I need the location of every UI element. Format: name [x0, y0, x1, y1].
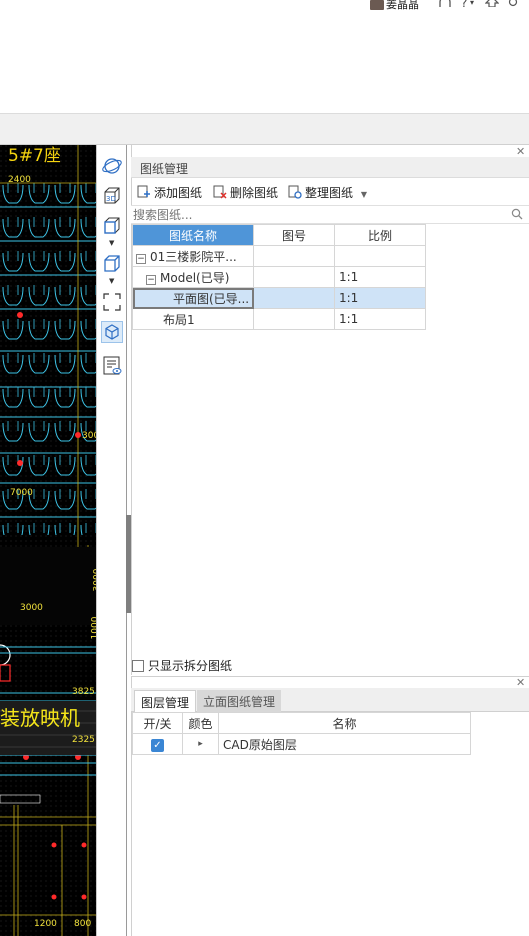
drawing-scale-cell[interactable]: 1:1 — [334, 308, 426, 330]
layer-table-header: 开/关 颜色 名称 — [132, 712, 471, 734]
layer-tabbar: 图层管理 立面图纸管理 — [131, 688, 529, 712]
drawing-manager-title: 图纸管理 — [131, 157, 529, 178]
drawing-number-cell[interactable] — [253, 245, 335, 267]
cad-drawing — [0, 145, 96, 936]
cad-projector-text: 装放映机 — [0, 706, 80, 730]
table-row[interactable]: − Model(已导) 1:1 — [132, 266, 426, 288]
drawing-number-cell[interactable] — [253, 287, 335, 309]
cube-view-alt-icon[interactable] — [101, 253, 123, 275]
add-drawing-button[interactable]: 添加图纸 — [137, 184, 202, 201]
cad-dim-800: 800 — [74, 919, 92, 929]
cad-dim-7000: 7000 — [10, 488, 33, 498]
organize-drawing-label: 整理图纸 — [305, 186, 354, 200]
column-header-on-off[interactable]: 开/关 — [132, 712, 183, 734]
chevron-down-icon[interactable]: ▾ — [470, 0, 474, 7]
drawing-scale-cell[interactable]: 1:1 — [334, 287, 426, 309]
view-toolbar: 3D ▼ ▼ — [96, 145, 127, 936]
organize-drawing-icon — [288, 185, 302, 199]
cad-dim-3000-lower: 3000 — [20, 603, 43, 613]
column-header-name[interactable]: 图纸名称 — [132, 224, 254, 246]
table-row[interactable]: −01三楼影院平... — [132, 245, 426, 267]
drawing-number-cell[interactable] — [253, 266, 335, 288]
table-row[interactable]: 布局1 1:1 — [132, 308, 426, 330]
drawing-name-cell[interactable]: − Model(已导) — [132, 266, 254, 288]
checkbox-icon[interactable] — [132, 660, 144, 672]
cad-dim-2325: 2325 — [72, 735, 95, 745]
cad-dim-1200: 1200 — [34, 919, 57, 929]
add-drawing-icon — [137, 185, 151, 199]
layer-color-cell[interactable]: ▸ — [182, 733, 219, 755]
table-row-selected[interactable]: 平面图(已导... 1:1 — [132, 287, 426, 309]
fit-view-icon[interactable] — [101, 291, 123, 313]
cad-dim-3000: 3000 — [82, 431, 96, 441]
user-name[interactable]: 姜晶晶 — [386, 0, 419, 12]
column-header-number[interactable]: 图号 — [253, 224, 335, 246]
settings-icon[interactable] — [507, 0, 519, 10]
delete-drawing-icon — [213, 185, 227, 199]
cube-view-icon[interactable] — [101, 215, 123, 237]
upload-icon[interactable] — [484, 0, 500, 10]
cad-dim-3825: 3825 — [72, 687, 95, 697]
drawing-number-cell[interactable] — [253, 308, 335, 330]
drawing-table-header: 图纸名称 图号 比例 — [132, 224, 426, 246]
show-3d-icon[interactable] — [101, 321, 123, 343]
collapse-icon[interactable]: − — [136, 253, 146, 264]
column-header-color[interactable]: 颜色 — [182, 712, 219, 734]
only-split-label: 只显示拆分图纸 — [148, 659, 233, 673]
collapse-icon[interactable]: − — [146, 274, 156, 285]
orbit-icon[interactable] — [101, 155, 123, 177]
drawing-scale-cell[interactable]: 1:1 — [334, 266, 426, 288]
only-split-checkbox[interactable]: 只显示拆分图纸 — [132, 657, 232, 674]
organize-dropdown-icon[interactable]: ▼ — [361, 190, 367, 199]
drawing-name-cell[interactable]: 平面图(已导... — [132, 287, 254, 309]
add-drawing-label: 添加图纸 — [154, 186, 203, 200]
layer-table: 开/关 颜色 名称 ✓ ▸ CAD原始图层 — [132, 712, 471, 755]
tab-elevation-drawing-manager[interactable]: 立面图纸管理 — [197, 690, 282, 712]
tab-layer-manager[interactable]: 图层管理 — [134, 690, 197, 712]
checkbox-checked-icon[interactable]: ✓ — [151, 738, 164, 752]
cube-view-dropdown-icon[interactable]: ▼ — [109, 239, 114, 247]
drawing-name: Model(已导) — [160, 270, 230, 285]
3d-label: 3D — [106, 195, 116, 203]
headset-icon[interactable] — [438, 0, 452, 10]
drawing-search-input[interactable] — [133, 207, 503, 223]
cad-title-text: 5#7座 — [8, 146, 61, 166]
drawing-name: 01三楼影院平... — [150, 249, 237, 264]
drawing-search-box[interactable] — [131, 205, 529, 224]
column-header-scale[interactable]: 比例 — [334, 224, 426, 246]
drawing-name-cell[interactable]: −01三楼影院平... — [132, 245, 254, 267]
drawing-table: 图纸名称 图号 比例 −01三楼影院平... − Model(已导) 1:1 平面… — [132, 224, 426, 330]
ribbon-bar — [0, 113, 529, 145]
user-avatar[interactable] — [370, 0, 384, 10]
delete-drawing-button[interactable]: 删除图纸 — [213, 184, 278, 201]
layer-visibility-icon[interactable] — [101, 355, 123, 377]
layer-toggle-cell[interactable]: ✓ — [132, 733, 183, 755]
organize-drawing-button[interactable]: 整理图纸 ▼ — [288, 184, 367, 201]
drawing-scale-cell[interactable] — [334, 245, 426, 267]
delete-drawing-label: 删除图纸 — [230, 186, 279, 200]
layer-name-cell[interactable]: CAD原始图层 — [218, 733, 471, 755]
drawing-name-cell[interactable]: 布局1 — [132, 308, 254, 330]
table-row[interactable]: ✓ ▸ CAD原始图层 — [132, 733, 471, 755]
column-header-layer-name[interactable]: 名称 — [218, 712, 471, 734]
search-icon[interactable] — [511, 208, 523, 223]
cube-view-alt-dropdown-icon[interactable]: ▼ — [109, 277, 114, 285]
cad-dim-2400: 2400 — [8, 175, 31, 185]
cad-canvas[interactable]: 5#7座 2400 3000 7000 装放映机 3000 3000 1000 … — [0, 145, 96, 936]
3d-view-icon[interactable]: 3D — [101, 185, 123, 207]
help-icon[interactable]: ? — [461, 0, 467, 10]
